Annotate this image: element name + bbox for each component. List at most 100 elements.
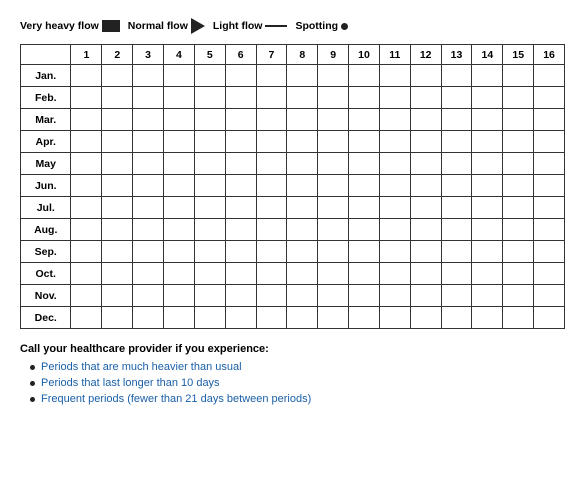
calendar-cell[interactable] (102, 263, 133, 285)
calendar-cell[interactable] (71, 307, 102, 329)
calendar-cell[interactable] (287, 241, 318, 263)
calendar-cell[interactable] (225, 131, 256, 153)
calendar-cell[interactable] (256, 285, 287, 307)
calendar-cell[interactable] (318, 153, 349, 175)
calendar-cell[interactable] (225, 87, 256, 109)
calendar-cell[interactable] (133, 87, 164, 109)
calendar-cell[interactable] (164, 131, 195, 153)
calendar-cell[interactable] (102, 65, 133, 87)
calendar-cell[interactable] (256, 87, 287, 109)
calendar-cell[interactable] (534, 197, 565, 219)
calendar-cell[interactable] (194, 219, 225, 241)
calendar-cell[interactable] (256, 307, 287, 329)
calendar-cell[interactable] (102, 197, 133, 219)
calendar-cell[interactable] (379, 109, 410, 131)
calendar-cell[interactable] (133, 263, 164, 285)
calendar-cell[interactable] (349, 263, 380, 285)
calendar-cell[interactable] (256, 175, 287, 197)
calendar-cell[interactable] (256, 241, 287, 263)
calendar-cell[interactable] (287, 263, 318, 285)
calendar-cell[interactable] (71, 87, 102, 109)
calendar-cell[interactable] (534, 109, 565, 131)
calendar-cell[interactable] (133, 65, 164, 87)
calendar-cell[interactable] (410, 153, 441, 175)
calendar-cell[interactable] (379, 153, 410, 175)
calendar-cell[interactable] (534, 65, 565, 87)
calendar-cell[interactable] (379, 285, 410, 307)
calendar-cell[interactable] (379, 175, 410, 197)
calendar-cell[interactable] (472, 307, 503, 329)
calendar-cell[interactable] (71, 197, 102, 219)
calendar-cell[interactable] (194, 263, 225, 285)
calendar-cell[interactable] (318, 109, 349, 131)
calendar-cell[interactable] (164, 153, 195, 175)
calendar-cell[interactable] (287, 87, 318, 109)
calendar-cell[interactable] (410, 285, 441, 307)
calendar-cell[interactable] (194, 197, 225, 219)
calendar-cell[interactable] (225, 219, 256, 241)
calendar-cell[interactable] (225, 263, 256, 285)
calendar-cell[interactable] (194, 241, 225, 263)
calendar-cell[interactable] (164, 241, 195, 263)
calendar-cell[interactable] (410, 175, 441, 197)
calendar-cell[interactable] (194, 131, 225, 153)
calendar-cell[interactable] (472, 87, 503, 109)
calendar-cell[interactable] (410, 263, 441, 285)
calendar-cell[interactable] (287, 153, 318, 175)
calendar-cell[interactable] (102, 285, 133, 307)
calendar-cell[interactable] (287, 285, 318, 307)
calendar-cell[interactable] (71, 241, 102, 263)
calendar-cell[interactable] (441, 241, 472, 263)
calendar-cell[interactable] (71, 131, 102, 153)
calendar-cell[interactable] (133, 131, 164, 153)
calendar-cell[interactable] (194, 109, 225, 131)
calendar-cell[interactable] (256, 263, 287, 285)
calendar-cell[interactable] (472, 153, 503, 175)
calendar-cell[interactable] (503, 131, 534, 153)
calendar-cell[interactable] (472, 263, 503, 285)
calendar-cell[interactable] (256, 109, 287, 131)
calendar-cell[interactable] (349, 285, 380, 307)
calendar-cell[interactable] (534, 285, 565, 307)
calendar-cell[interactable] (379, 241, 410, 263)
calendar-cell[interactable] (164, 109, 195, 131)
calendar-cell[interactable] (225, 175, 256, 197)
calendar-cell[interactable] (164, 263, 195, 285)
calendar-cell[interactable] (441, 153, 472, 175)
calendar-cell[interactable] (133, 307, 164, 329)
calendar-cell[interactable] (441, 307, 472, 329)
calendar-cell[interactable] (225, 307, 256, 329)
calendar-cell[interactable] (441, 109, 472, 131)
calendar-cell[interactable] (71, 109, 102, 131)
calendar-cell[interactable] (472, 285, 503, 307)
calendar-cell[interactable] (534, 241, 565, 263)
calendar-cell[interactable] (164, 285, 195, 307)
calendar-cell[interactable] (318, 219, 349, 241)
calendar-cell[interactable] (71, 153, 102, 175)
calendar-cell[interactable] (410, 241, 441, 263)
calendar-cell[interactable] (503, 109, 534, 131)
calendar-cell[interactable] (534, 219, 565, 241)
calendar-cell[interactable] (379, 307, 410, 329)
calendar-cell[interactable] (102, 131, 133, 153)
calendar-cell[interactable] (225, 285, 256, 307)
calendar-cell[interactable] (194, 175, 225, 197)
calendar-cell[interactable] (194, 285, 225, 307)
calendar-cell[interactable] (441, 285, 472, 307)
calendar-cell[interactable] (102, 307, 133, 329)
calendar-cell[interactable] (256, 219, 287, 241)
calendar-cell[interactable] (534, 87, 565, 109)
calendar-cell[interactable] (225, 153, 256, 175)
calendar-cell[interactable] (133, 109, 164, 131)
calendar-cell[interactable] (287, 175, 318, 197)
calendar-cell[interactable] (534, 307, 565, 329)
calendar-cell[interactable] (410, 87, 441, 109)
calendar-cell[interactable] (164, 197, 195, 219)
calendar-cell[interactable] (410, 307, 441, 329)
calendar-cell[interactable] (225, 65, 256, 87)
calendar-cell[interactable] (318, 131, 349, 153)
calendar-cell[interactable] (503, 263, 534, 285)
calendar-cell[interactable] (472, 219, 503, 241)
calendar-cell[interactable] (379, 131, 410, 153)
calendar-cell[interactable] (71, 175, 102, 197)
